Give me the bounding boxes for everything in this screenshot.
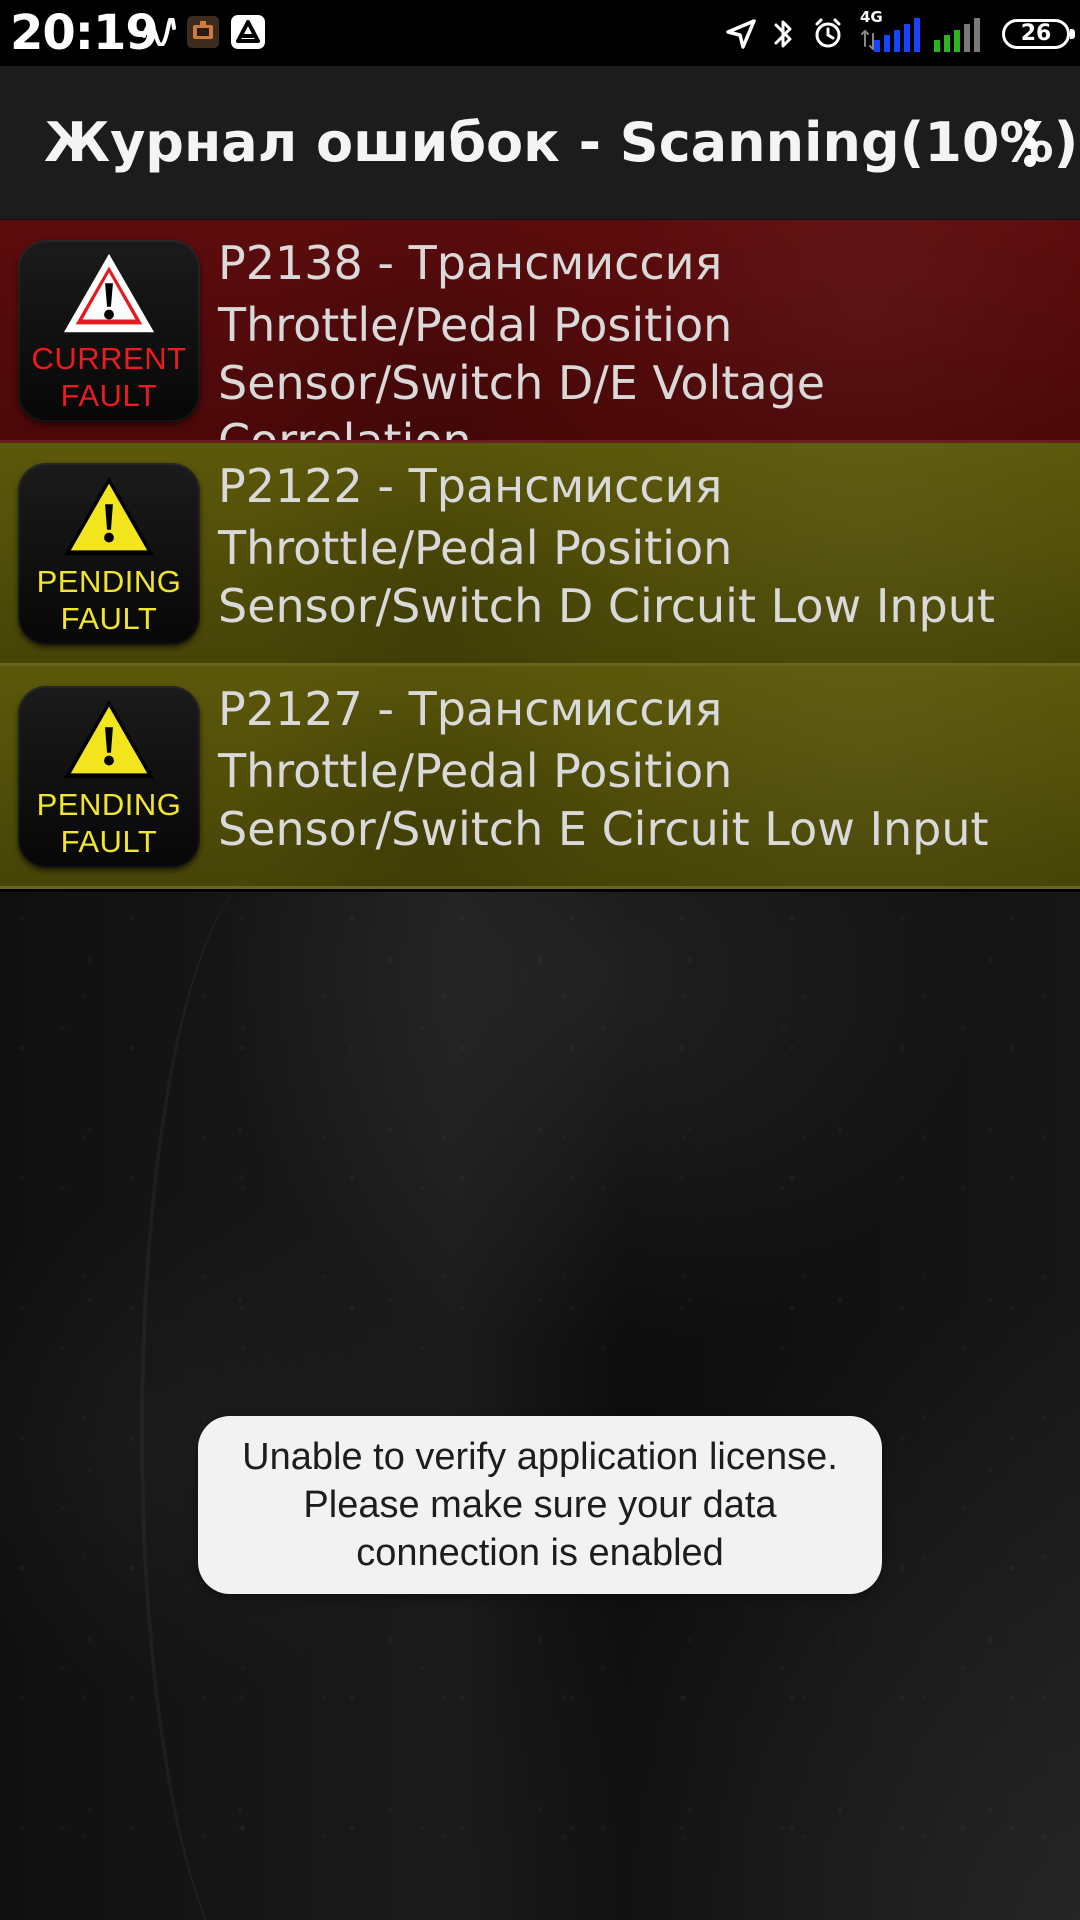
fault-code: P2127 - Трансмиссия — [218, 682, 723, 736]
more-vertical-icon — [1024, 119, 1036, 167]
battery-level: 26 — [1020, 21, 1052, 46]
status-right-icons: 4G 26 — [724, 8, 1075, 56]
fault-list: CURRENT FAULT P2138 - Трансмиссия Thrott… — [0, 220, 1080, 889]
badge-line-1: CURRENT — [31, 341, 187, 376]
fault-text: P2122 - Трансмиссия Throttle/Pedal Posit… — [218, 457, 1064, 635]
fault-row-p2138[interactable]: CURRENT FAULT P2138 - Трансмиссия Thrott… — [0, 220, 1080, 443]
fault-row-p2127[interactable]: PENDING FAULT P2127 - Трансмиссия Thrott… — [0, 666, 1080, 889]
obd-app-icon — [186, 15, 220, 49]
fault-text: P2138 - Трансмиссия Throttle/Pedal Posit… — [218, 234, 1064, 443]
badge-line-2: FAULT — [60, 378, 158, 413]
pending-fault-badge: PENDING FAULT — [18, 463, 200, 645]
status-left-icons — [142, 12, 266, 52]
location-arrow-icon — [724, 17, 758, 51]
status-time: 20:19 — [10, 5, 159, 61]
fault-description: Throttle/Pedal Position Sensor/Switch D/… — [218, 298, 826, 443]
cellular-signal-blue-icon — [874, 18, 920, 52]
fault-row-p2122[interactable]: PENDING FAULT P2122 - Трансмиссия Thrott… — [0, 443, 1080, 666]
page-title: Журнал ошибок - Scanning(10%) — [44, 111, 1079, 174]
more-options-button[interactable] — [1002, 108, 1058, 178]
fault-description: Throttle/Pedal Position Sensor/Switch E … — [218, 744, 989, 856]
license-toast: Unable to verify application license. Pl… — [198, 1416, 882, 1594]
badge-line-2: FAULT — [60, 601, 158, 636]
badge-line-1: PENDING — [36, 787, 182, 822]
navigation-app-icon — [230, 14, 266, 50]
fault-description: Throttle/Pedal Position Sensor/Switch D … — [218, 521, 995, 633]
warning-triangle-icon — [63, 253, 155, 333]
toast-message: Unable to verify application license. Pl… — [242, 1436, 838, 1574]
status-bar: 20:19 4G 26 — [0, 0, 1080, 66]
battery-icon: 26 — [1002, 19, 1075, 49]
cellular-signal-green-icon — [934, 18, 980, 52]
fault-text: P2127 - Трансмиссия Throttle/Pedal Posit… — [218, 680, 1064, 858]
bluetooth-icon — [772, 16, 796, 52]
pending-fault-badge: PENDING FAULT — [18, 686, 200, 868]
badge-line-1: PENDING — [36, 564, 182, 599]
wallpaper-background — [0, 872, 1080, 1920]
badge-line-2: FAULT — [60, 824, 158, 859]
fault-code: P2138 - Трансмиссия — [218, 236, 723, 290]
network-group: 4G — [860, 8, 920, 56]
fault-code: P2122 - Трансмиссия — [218, 459, 723, 513]
alarm-icon — [810, 16, 846, 52]
signal-wave-icon — [142, 18, 176, 46]
current-fault-badge: CURRENT FAULT — [18, 240, 200, 422]
warning-triangle-icon — [63, 699, 155, 779]
warning-triangle-icon — [63, 476, 155, 556]
app-bar: Журнал ошибок - Scanning(10%) — [0, 66, 1080, 220]
